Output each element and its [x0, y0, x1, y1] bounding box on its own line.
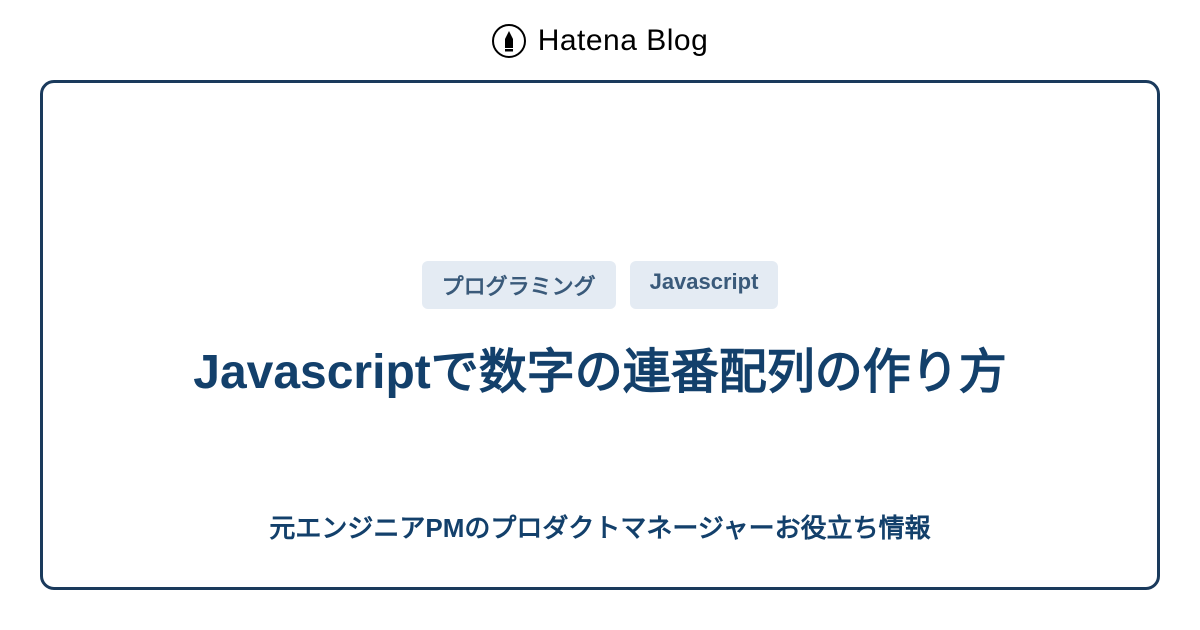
- hatena-logo-icon: [492, 24, 526, 58]
- blog-name: 元エンジニアPMのプロダクトマネージャーお役立ち情報: [269, 508, 930, 545]
- header: Hatena Blog: [0, 0, 1200, 80]
- article-card: プログラミング Javascript Javascriptで数字の連番配列の作り…: [40, 80, 1160, 590]
- tag-javascript[interactable]: Javascript: [630, 261, 779, 309]
- pen-icon: [501, 30, 517, 52]
- brand-name: Hatena Blog: [538, 24, 709, 58]
- article-title: Javascriptで数字の連番配列の作り方: [193, 337, 1007, 409]
- tag-programming[interactable]: プログラミング: [422, 261, 616, 309]
- tag-list: プログラミング Javascript: [422, 261, 779, 309]
